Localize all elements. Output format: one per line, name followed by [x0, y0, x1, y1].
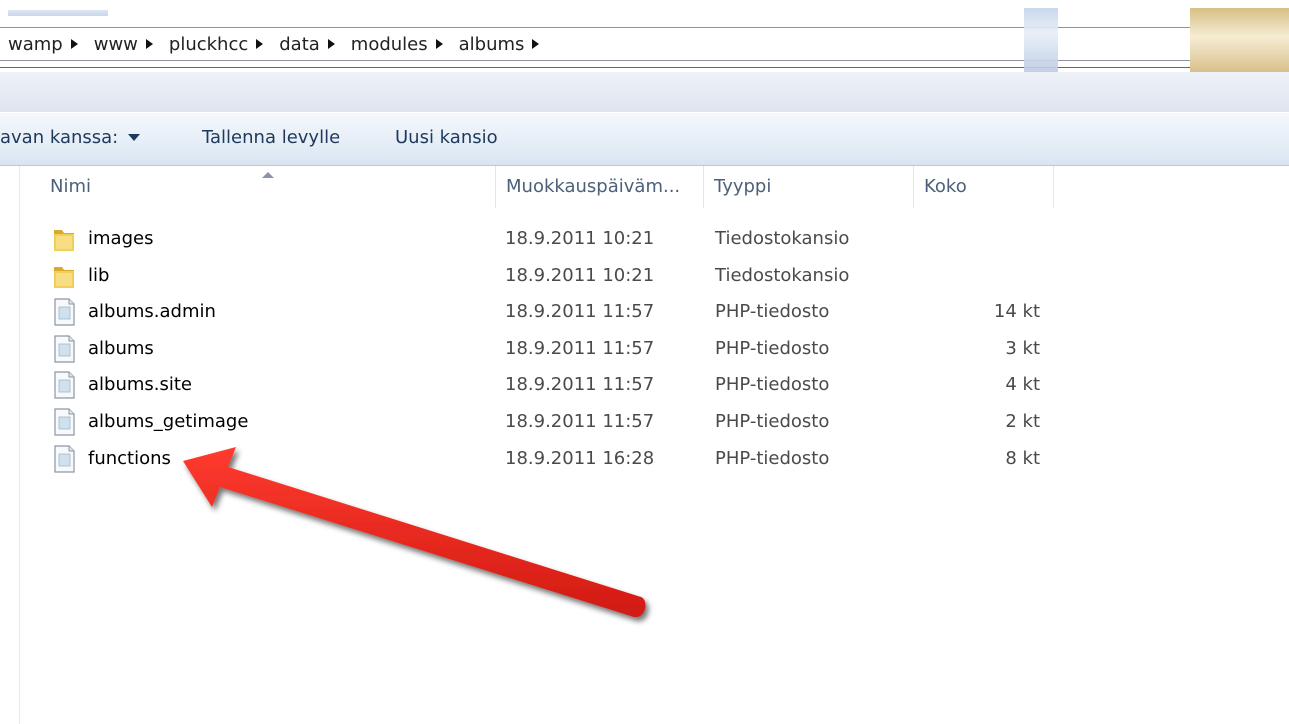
breadcrumb-arrow-icon[interactable] — [256, 39, 264, 49]
file-date: 18.9.2011 11:57 — [505, 374, 655, 395]
burn-button[interactable]: Tallenna levylle — [202, 127, 340, 148]
file-type: PHP-tiedosto — [715, 338, 830, 359]
file-size: 8 kt — [1005, 448, 1040, 469]
column-header-type[interactable]: Tyyppi — [704, 166, 914, 208]
file-name: albums — [88, 338, 154, 359]
new-folder-label: Uusi kansio — [395, 127, 498, 148]
breadcrumb-item-modules[interactable]: modules — [343, 34, 434, 55]
dropdown-arrow-icon — [128, 134, 141, 141]
file-date: 18.9.2011 11:57 — [505, 411, 655, 432]
file-name: albums.site — [88, 374, 193, 395]
file-name: functions — [88, 448, 171, 469]
file-type: PHP-tiedosto — [715, 411, 830, 432]
share-with-label: avan kanssa: — [0, 127, 119, 148]
file-name: images — [88, 228, 154, 249]
sort-ascending-icon — [262, 172, 274, 178]
menu-band — [0, 72, 1289, 112]
column-header-name-label: Nimi — [50, 176, 92, 197]
file-date: 18.9.2011 16:28 — [505, 448, 655, 469]
explorer-window: wamp www pluckhcc data modules albums av… — [0, 0, 1289, 724]
address-divider — [0, 67, 1289, 68]
breadcrumb-arrow-icon[interactable] — [327, 39, 335, 49]
file-name: lib — [88, 265, 110, 286]
php-file-icon — [52, 407, 76, 442]
file-type: PHP-tiedosto — [715, 374, 830, 395]
new-folder-button[interactable]: Uusi kansio — [395, 127, 498, 148]
breadcrumb-item-data[interactable]: data — [271, 34, 326, 55]
breadcrumb-item-albums[interactable]: albums — [451, 34, 531, 55]
php-file-icon — [52, 297, 76, 332]
breadcrumb-item-www[interactable]: www — [86, 34, 144, 55]
file-type: Tiedostokansio — [715, 228, 850, 249]
blurred-decoration — [1024, 8, 1058, 72]
file-row[interactable]: images 18.9.2011 10:21 Tiedostokansio — [40, 222, 1050, 258]
top-decoration — [8, 10, 108, 16]
breadcrumb-arrow-icon[interactable] — [435, 39, 443, 49]
breadcrumb-arrow-icon[interactable] — [532, 39, 540, 49]
file-name: albums.admin — [88, 301, 216, 322]
breadcrumb-item-wamp[interactable]: wamp — [0, 34, 69, 55]
breadcrumb-arrow-icon[interactable] — [145, 39, 153, 49]
folder-icon — [52, 224, 76, 259]
file-size: 14 kt — [993, 301, 1040, 322]
column-header-size-label: Koko — [924, 176, 967, 197]
file-row[interactable]: albums.admin 18.9.2011 11:57 PHP-tiedost… — [40, 295, 1050, 331]
column-header-date[interactable]: Muokkauspäiväm... — [496, 166, 704, 208]
file-row[interactable]: albums 18.9.2011 11:57 PHP-tiedosto 3 kt — [40, 332, 1050, 368]
file-date: 18.9.2011 10:21 — [505, 265, 655, 286]
column-header-date-label: Muokkauspäiväm... — [506, 176, 681, 197]
command-toolbar: avan kanssa: Tallenna levylle Uusi kansi… — [0, 112, 1289, 166]
folder-icon — [52, 261, 76, 296]
breadcrumb[interactable]: wamp www pluckhcc data modules albums — [0, 27, 1289, 61]
file-date: 18.9.2011 10:21 — [505, 228, 655, 249]
file-size: 4 kt — [1005, 374, 1040, 395]
php-file-icon — [52, 334, 76, 369]
top-strip — [0, 0, 1289, 20]
file-date: 18.9.2011 11:57 — [505, 301, 655, 322]
file-type: PHP-tiedosto — [715, 448, 830, 469]
file-size: 3 kt — [1005, 338, 1040, 359]
address-bar: wamp www pluckhcc data modules albums — [0, 20, 1289, 72]
file-row[interactable]: albums.site 18.9.2011 11:57 PHP-tiedosto… — [40, 368, 1050, 404]
file-date: 18.9.2011 11:57 — [505, 338, 655, 359]
blurred-decoration — [1190, 8, 1289, 72]
file-type: Tiedostokansio — [715, 265, 850, 286]
file-name: albums_getimage — [88, 411, 249, 432]
pane-divider — [19, 166, 20, 724]
file-row[interactable]: lib 18.9.2011 10:21 Tiedostokansio — [40, 259, 1050, 295]
share-with-button[interactable]: avan kanssa: — [0, 127, 141, 148]
php-file-icon — [52, 444, 76, 479]
breadcrumb-item-pluckhcc[interactable]: pluckhcc — [161, 34, 254, 55]
burn-label: Tallenna levylle — [202, 127, 341, 148]
breadcrumb-arrow-icon[interactable] — [70, 39, 78, 49]
column-header-type-label: Tyyppi — [714, 176, 772, 197]
column-header-size[interactable]: Koko — [914, 166, 1054, 208]
file-type: PHP-tiedosto — [715, 301, 830, 322]
file-row[interactable]: functions 18.9.2011 16:28 PHP-tiedosto 8… — [40, 442, 1050, 478]
php-file-icon — [52, 370, 76, 405]
file-size: 2 kt — [1005, 411, 1040, 432]
file-row[interactable]: albums_getimage 18.9.2011 11:57 PHP-tied… — [40, 405, 1050, 441]
